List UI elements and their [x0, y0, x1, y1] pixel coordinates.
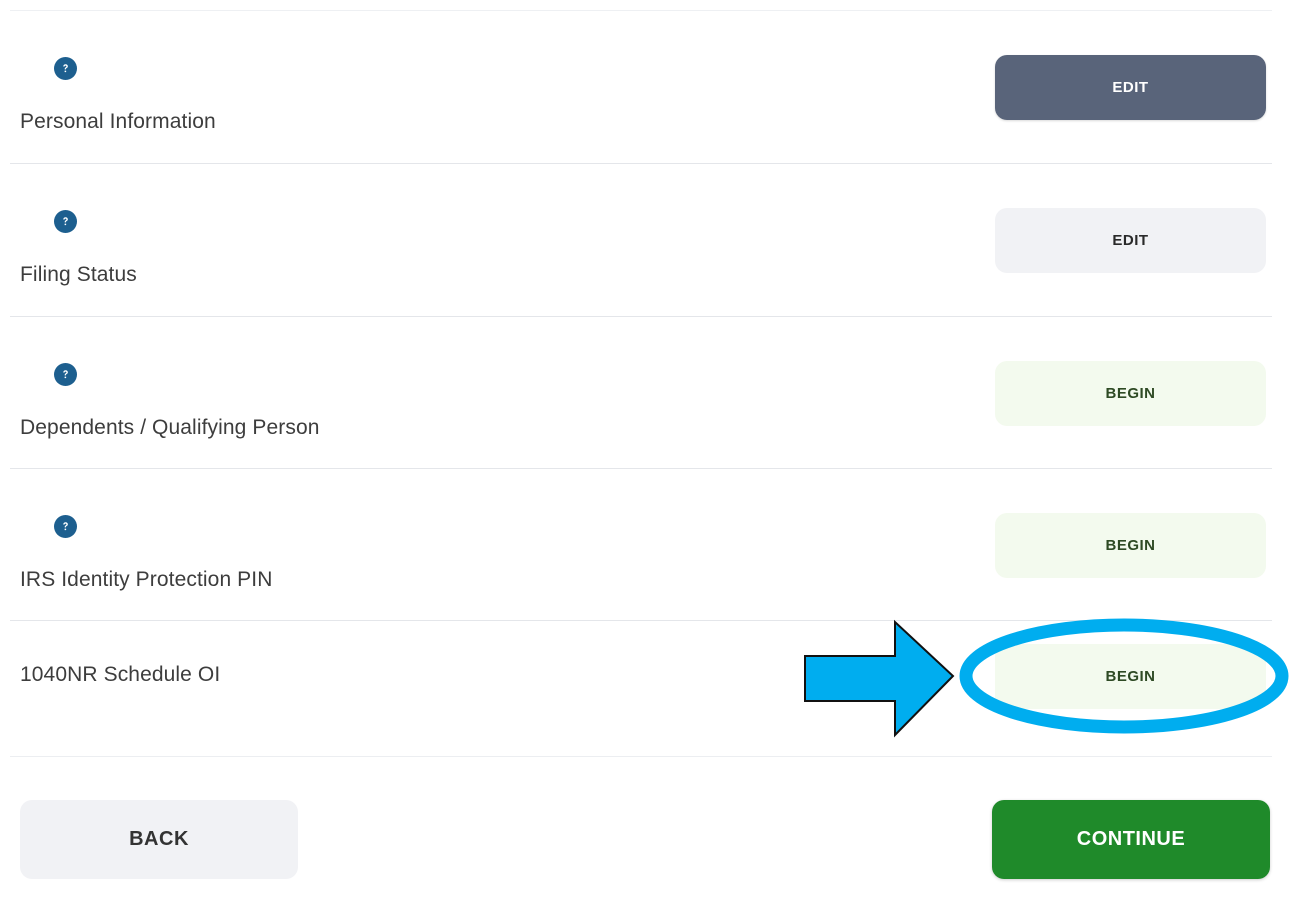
section-label: 1040NR Schedule OI: [20, 663, 221, 686]
question-circle-icon[interactable]: [54, 515, 77, 538]
question-circle-icon[interactable]: [54, 363, 77, 386]
section-label: Personal Information: [20, 110, 216, 133]
section-label: IRS Identity Protection PIN: [20, 568, 273, 591]
section-row-dependents: Dependents / Qualifying Person BEGIN: [10, 317, 1272, 469]
schedule-oi-begin-button[interactable]: BEGIN: [995, 644, 1266, 709]
tax-sections-page: Personal Information EDIT Filing Status …: [0, 0, 1296, 905]
section-row-personal-information: Personal Information EDIT: [10, 11, 1272, 164]
section-label: Dependents / Qualifying Person: [20, 416, 320, 439]
question-circle-icon[interactable]: [54, 57, 77, 80]
question-circle-icon[interactable]: [54, 210, 77, 233]
personal-information-edit-button[interactable]: EDIT: [995, 55, 1266, 120]
section-row-identity-protection-pin: IRS Identity Protection PIN BEGIN: [10, 469, 1272, 621]
back-button[interactable]: BACK: [20, 800, 298, 879]
continue-button[interactable]: CONTINUE: [992, 800, 1270, 879]
section-label: Filing Status: [20, 263, 137, 286]
dependents-begin-button[interactable]: BEGIN: [995, 361, 1266, 426]
section-row-schedule-oi: 1040NR Schedule OI BEGIN: [10, 621, 1272, 757]
filing-status-edit-button[interactable]: EDIT: [995, 208, 1266, 273]
section-row-filing-status: Filing Status EDIT: [10, 164, 1272, 317]
identity-protection-pin-begin-button[interactable]: BEGIN: [995, 513, 1266, 578]
